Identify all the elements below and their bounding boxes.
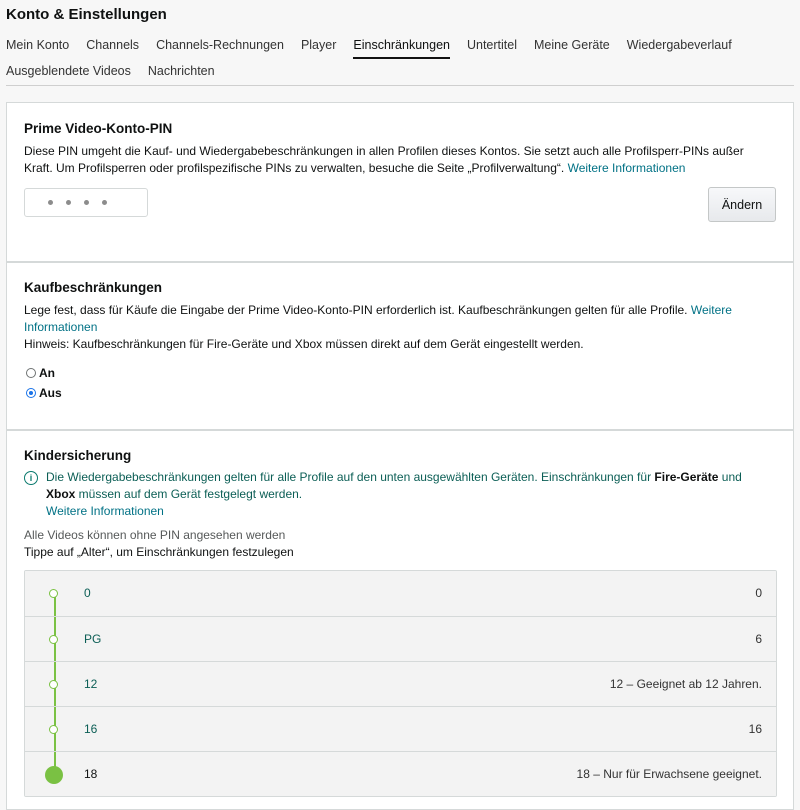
tab-player[interactable]: Player xyxy=(301,38,336,57)
change-pin-button[interactable]: Ändern xyxy=(708,187,776,222)
pin-more-info-link[interactable]: Weitere Informationen xyxy=(568,161,686,175)
rating-label: 18 xyxy=(84,767,98,781)
rating-description: 12 – Geeignet ab 12 Jahren. xyxy=(609,677,762,691)
rating-description: 16 xyxy=(748,722,762,736)
rating-selected-marker xyxy=(45,766,63,784)
pin-dot xyxy=(66,200,71,205)
rating-description: 6 xyxy=(755,632,762,646)
rating-label: 16 xyxy=(84,722,98,736)
parental-instruction: Tippe auf „Alter“, um Einschränkungen fe… xyxy=(24,545,294,559)
rating-marker xyxy=(49,725,58,734)
tab-ausgeblendete-videos[interactable]: Ausgeblendete Videos xyxy=(6,64,131,83)
tab-einschränkungen[interactable]: Einschränkungen xyxy=(353,38,450,59)
page-title: Konto & Einstellungen xyxy=(6,6,167,23)
rating-marker xyxy=(49,589,58,598)
rating-row-12[interactable]: 12 12 – Geeignet ab 12 Jahren. xyxy=(25,661,776,706)
purchase-section-description: Lege fest, dass für Käufe die Eingabe de… xyxy=(24,302,759,336)
radio-off[interactable] xyxy=(26,388,36,398)
pin-field[interactable] xyxy=(24,188,148,217)
tab-mein-konto[interactable]: Mein Konto xyxy=(6,38,69,57)
rating-row-0[interactable]: 00 xyxy=(25,571,776,616)
parental-section: Kindersicherung i Die Wiedergabebeschrän… xyxy=(6,430,794,810)
tab-channels-rechnungen[interactable]: Channels-Rechnungen xyxy=(156,38,284,57)
parental-info: i Die Wiedergabebeschränkungen gelten fü… xyxy=(24,469,764,520)
tabs-divider xyxy=(6,85,794,86)
tab-meine-geräte[interactable]: Meine Geräte xyxy=(534,38,610,57)
tab-channels[interactable]: Channels xyxy=(86,38,139,57)
rating-description: 18 – Nur für Erwachsene geeignet. xyxy=(576,767,762,781)
purchase-option-on-label: An xyxy=(39,366,55,380)
rating-label: PG xyxy=(84,632,102,646)
parental-info-text: Die Wiedergabebeschränkungen gelten für … xyxy=(46,469,764,520)
purchase-description-text: Lege fest, dass für Käufe die Eingabe de… xyxy=(24,303,688,317)
parental-more-info-link[interactable]: Weitere Informationen xyxy=(46,504,164,518)
purchase-section: Kaufbeschränkungen Lege fest, dass für K… xyxy=(6,262,794,430)
rating-description: 0 xyxy=(755,586,762,600)
purchase-option-off[interactable]: Aus xyxy=(26,386,62,400)
tab-nachrichten[interactable]: Nachrichten xyxy=(148,64,215,83)
tab-row: Mein Konto Channels Channels-Rechnungen Pla… xyxy=(6,38,794,60)
pin-section: Prime Video-Konto-PIN Diese PIN umgeht d… xyxy=(6,102,794,262)
rating-label: 12 xyxy=(84,677,98,691)
parental-status: Alle Videos können ohne PIN angesehen we… xyxy=(24,528,286,542)
tab-wiedergabeverlauf[interactable]: Wiedergabeverlauf xyxy=(627,38,732,57)
info-fire-devices: Fire-Geräte xyxy=(654,470,719,484)
info-text-part: müssen auf dem Gerät festgelegt werden. xyxy=(75,487,303,501)
info-text-part: Die Wiedergabebeschränkungen gelten für … xyxy=(46,470,655,484)
radio-on[interactable] xyxy=(26,368,36,378)
parental-section-title: Kindersicherung xyxy=(24,448,132,463)
purchase-section-title: Kaufbeschränkungen xyxy=(24,280,163,295)
rating-row-18[interactable]: 18 18 – Nur für Erwachsene geeignet. xyxy=(25,751,776,796)
rating-list: 0 0 PG 6 12 12 – Geeignet ab 12 Jahren. 16 16 18… xyxy=(24,570,777,797)
info-xbox: Xbox xyxy=(46,487,76,501)
pin-dot xyxy=(48,200,53,205)
info-text-part: und xyxy=(718,470,742,484)
rating-label: 0 xyxy=(84,586,91,600)
pin-section-description: Diese PIN umgeht die Kauf- und Wiedergab… xyxy=(24,143,759,177)
rating-marker xyxy=(49,680,58,689)
pin-section-title: Prime Video-Konto-PIN xyxy=(24,121,173,136)
tab-row: Ausgeblendete Videos Nachrichten xyxy=(6,64,794,86)
pin-dot xyxy=(84,200,89,205)
tab-untertitel[interactable]: Untertitel xyxy=(467,38,517,57)
purchase-option-off-label: Aus xyxy=(39,386,62,400)
pin-dot xyxy=(102,200,107,205)
info-circle-icon: i xyxy=(24,471,38,485)
rating-marker xyxy=(49,635,58,644)
settings-tabs: Mein Konto Channels Channels-Rechnungen Pla… xyxy=(6,38,794,86)
purchase-option-on[interactable]: An xyxy=(26,366,55,380)
rating-row-16[interactable]: 16 16 xyxy=(25,706,776,751)
purchase-note: Hinweis: Kaufbeschränkungen für Fire-Ger… xyxy=(24,337,584,351)
rating-row-pg[interactable]: PG 6 xyxy=(25,616,776,661)
